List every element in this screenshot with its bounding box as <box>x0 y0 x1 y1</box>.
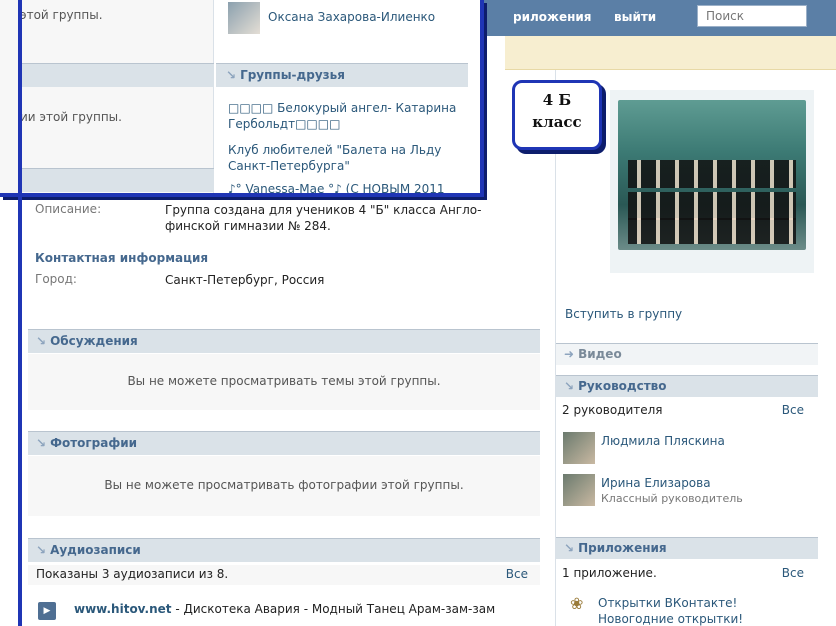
discussions-message: Вы не можете просматривать темы этой гру… <box>28 354 540 410</box>
group-photo-frame <box>610 90 814 273</box>
friends-section-header[interactable]: ↘ Группы-друзья <box>216 63 468 87</box>
group-photo[interactable] <box>618 100 806 250</box>
leaders-title: Руководство <box>578 379 667 393</box>
avatar[interactable] <box>563 474 595 506</box>
leaders-section-header[interactable]: ↘ Руководство <box>556 375 818 397</box>
arrow-icon: ↘ <box>36 436 47 450</box>
class-badge-callout: 4 Б класс <box>512 80 602 150</box>
notice-bar <box>505 36 836 70</box>
join-group-link[interactable]: Вступить в группу <box>565 307 682 321</box>
nav-apps-link[interactable]: риложения <box>513 10 592 24</box>
photos-message: Вы не можете просматривать фотографии эт… <box>28 456 540 516</box>
discussions-section-header[interactable]: ↘ Обсуждения <box>28 329 540 353</box>
apps-title: Приложения <box>578 541 667 555</box>
flower-icon: ❀ <box>570 594 584 613</box>
play-icon[interactable]: ▶ <box>38 602 56 620</box>
audio-title: Аудиозаписи <box>50 543 141 557</box>
app-name[interactable]: Открытки ВКонтакте! Новогодние открытки! <box>598 595 808 626</box>
arrow-icon: ↘ <box>36 543 47 557</box>
audio-section-header[interactable]: ↘ Аудиозаписи <box>28 538 540 562</box>
avatar[interactable] <box>563 432 595 464</box>
photo-row <box>628 192 796 220</box>
arrow-icon: ↘ <box>226 68 237 82</box>
leaders-all-link[interactable]: Все <box>782 403 804 417</box>
overlay-left-header <box>18 168 214 192</box>
overlay-left-header <box>18 63 214 87</box>
audio-count-row: Показаны 3 аудиозаписи из 8. Все <box>28 565 540 585</box>
apps-all-link[interactable]: Все <box>782 566 804 580</box>
friend-group-link[interactable]: Клуб любителей "Балета на Льду Санкт-Пет… <box>228 142 468 174</box>
arrow-icon: ↘ <box>564 541 575 555</box>
contact-info-title: Контактная информация <box>35 251 209 265</box>
video-title: Видео <box>578 347 622 361</box>
overlay-left-frame <box>0 0 22 626</box>
arrow-icon: ➜ <box>564 347 575 361</box>
discussions-title: Обсуждения <box>50 334 138 348</box>
leaders-count-row: 2 руководителя Все <box>562 403 812 417</box>
audio-track-site[interactable]: www.hitov.net <box>74 602 172 616</box>
description-value-2: финской гимназии № 284. <box>165 219 331 233</box>
photos-title: Фотографии <box>50 436 138 450</box>
photo-row <box>628 218 796 244</box>
leaders-count: 2 руководителя <box>562 403 663 417</box>
audio-track-title: www.hitov.net - Дискотека Авария - Модны… <box>74 602 495 616</box>
arrow-icon: ↘ <box>36 334 47 348</box>
apps-count-row: 1 приложение. Все <box>562 566 812 580</box>
video-section-header[interactable]: ➜ Видео <box>556 343 818 365</box>
overlay-left-text-1: этой группы. <box>20 8 103 22</box>
overlay-left-text-2: ии этой группы. <box>20 110 122 124</box>
apps-count: 1 приложение. <box>562 566 657 580</box>
leader-name[interactable]: Людмила Пляскина <box>601 434 725 448</box>
photos-section-header[interactable]: ↘ Фотографии <box>28 431 540 455</box>
city-label: Город: <box>35 272 77 286</box>
audio-all-link[interactable]: Все <box>506 567 528 581</box>
friends-title: Группы-друзья <box>240 68 345 82</box>
member-name[interactable]: Оксана Захарова-Илиенко <box>268 10 435 24</box>
apps-section-header[interactable]: ↘ Приложения <box>556 537 818 559</box>
badge-line-1: 4 Б <box>542 91 572 109</box>
search-input[interactable]: Поиск <box>697 5 807 27</box>
audio-count: Показаны 3 аудиозаписи из 8. <box>36 567 229 581</box>
zoom-overlay: этой группы. ии этой группы. Оксана Заха… <box>0 0 484 197</box>
city-value: Санкт-Петербург, Россия <box>165 273 325 287</box>
audio-track-name: - Дискотека Авария - Модный Танец Арам-з… <box>171 602 496 616</box>
description-value-1: Группа создана для учеников 4 "Б" класса… <box>165 203 482 217</box>
leader-role: Классный руководитель <box>601 492 743 505</box>
overlay-left-panel: этой группы. ии этой группы. <box>0 0 214 193</box>
photo-row <box>628 160 796 188</box>
friend-group-link[interactable]: □□□□ Белокурый ангел- Катарина Гербольдт… <box>228 100 468 132</box>
arrow-icon: ↘ <box>564 379 575 393</box>
description-label: Описание: <box>35 202 102 216</box>
badge-line-2: класс <box>532 113 582 131</box>
friend-group-link[interactable]: ♪° Vanessa-Mae °♪ (С НОВЫМ 2011 <box>228 181 468 193</box>
avatar[interactable] <box>228 2 260 34</box>
nav-logout-link[interactable]: выйти <box>614 10 656 24</box>
leader-name[interactable]: Ирина Елизарова <box>601 476 711 490</box>
